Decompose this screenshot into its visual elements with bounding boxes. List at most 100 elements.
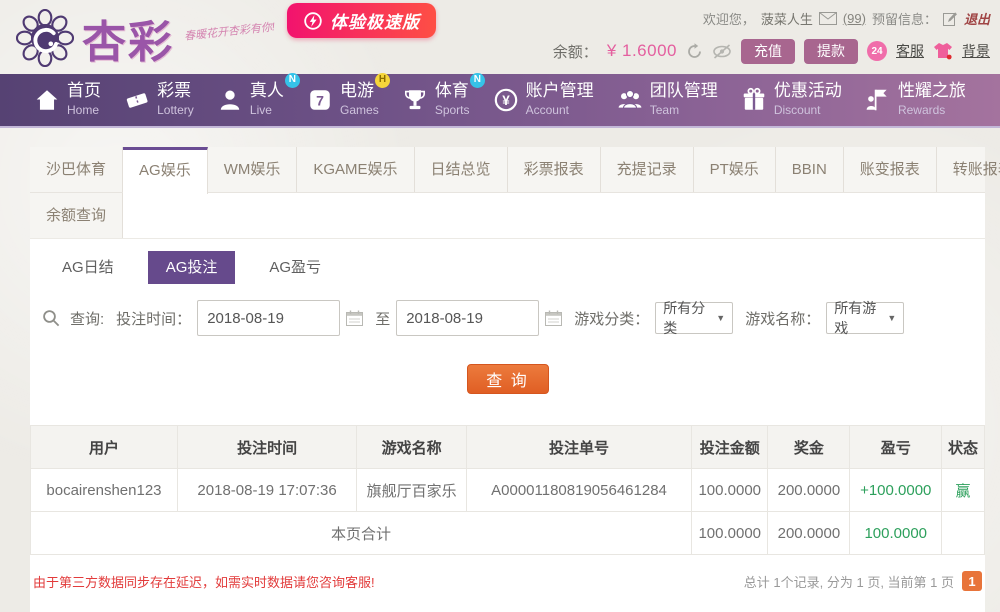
cell-user: bocairenshen123 xyxy=(30,468,178,512)
seven-tile-icon: 7 xyxy=(310,90,330,110)
reserved-info-label: 预留信息： xyxy=(871,11,937,27)
sync-delay-notice: 由于第三方数据同步存在延迟，如需实时数据请您咨询客服! xyxy=(33,574,375,590)
edit-icon[interactable] xyxy=(942,11,958,26)
customer-service-link[interactable]: 客服 xyxy=(896,41,924,61)
report-tab-active[interactable]: AG娱乐 xyxy=(123,147,208,194)
subtab-ag-bets[interactable]: AG投注 xyxy=(147,251,236,284)
calendar-icon[interactable] xyxy=(545,310,563,326)
chevron-down-icon: ▼ xyxy=(887,313,897,323)
report-tab[interactable]: BBIN xyxy=(776,147,844,192)
cell-status: 赢 xyxy=(941,468,985,512)
brand-logo[interactable]: 杏彩 春暖花开杏彩有你! xyxy=(16,6,276,70)
subtab-ag-daily[interactable]: AG日结 xyxy=(44,251,132,284)
total-prize: 200.0000 xyxy=(767,511,851,555)
nav-item-discount[interactable]: 优惠活动 Discount xyxy=(741,81,842,119)
welcome-text: 欢迎您， xyxy=(702,11,755,27)
total-profit: 100.0000 xyxy=(849,511,943,555)
cell-profit: +100.0000 xyxy=(849,468,943,512)
header: 杏彩 春暖花开杏彩有你! 体验极速版 欢迎您， 菠菜人生 (99) 预留信息： xyxy=(0,0,1000,74)
col-profit: 盈亏 xyxy=(849,425,943,469)
page-1-button[interactable]: 1 xyxy=(962,571,982,591)
calendar-icon[interactable] xyxy=(346,310,364,326)
report-tab[interactable]: 账变报表 xyxy=(844,147,937,192)
ag-subtabs: AG日结 AG投注 AG盈亏 xyxy=(44,251,985,284)
total-label: 本页合计 xyxy=(29,511,693,555)
brand-flower-icon xyxy=(16,9,74,67)
balance-label: 余额： xyxy=(552,43,598,61)
col-bet-time: 投注时间 xyxy=(176,425,358,469)
report-tab[interactable]: 日结总览 xyxy=(415,147,508,192)
nav-item-account[interactable]: ¥ 账户管理 Account xyxy=(493,81,594,119)
mail-icon[interactable] xyxy=(818,11,837,25)
nav-item-team[interactable]: 团队管理 Team xyxy=(617,81,718,119)
ticket-icon xyxy=(126,93,148,108)
username: 菠菜人生 xyxy=(760,11,813,27)
total-bet-amount: 100.0000 xyxy=(691,511,769,555)
report-tab[interactable]: 彩票报表 xyxy=(508,147,601,192)
date-to-input[interactable] xyxy=(396,300,540,336)
pagination: 总计 1个记录, 分为 1 页, 当前第 1 页 1 xyxy=(744,571,982,591)
table-total-row: 本页合计 100.0000 200.0000 100.0000 xyxy=(29,511,985,555)
svg-text:7: 7 xyxy=(316,93,324,109)
bets-table: 用户 投注时间 游戏名称 投注单号 投注金额 奖金 盈亏 状态 bocairen… xyxy=(29,425,985,555)
chevron-down-icon: ▼ xyxy=(716,313,726,323)
recharge-button[interactable]: 充值 xyxy=(741,38,795,64)
brand-name: 杏彩 xyxy=(82,18,174,67)
cell-prize: 200.0000 xyxy=(767,468,851,512)
select-value: 所有分类 xyxy=(663,300,706,336)
lightning-ball-icon xyxy=(304,11,322,30)
col-prize: 奖金 xyxy=(767,425,851,469)
game-category-select[interactable]: 所有分类 ▼ xyxy=(655,300,734,336)
col-user: 用户 xyxy=(30,425,178,469)
nav-item-rewards[interactable]: 性耀之旅 Rewards xyxy=(865,81,966,119)
game-name-select[interactable]: 所有游戏 ▼ xyxy=(826,300,905,336)
team-icon xyxy=(618,89,642,109)
speed-badge-label: 体验极速版 xyxy=(330,13,420,32)
col-status: 状态 xyxy=(941,425,985,469)
report-tab[interactable]: 转账报表 xyxy=(937,147,1000,192)
to-label: 至 xyxy=(375,310,391,328)
col-game-name: 游戏名称 xyxy=(356,425,467,469)
main-panel: 沙巴体育 AG娱乐 WM娱乐 KGAME娱乐 日结总览 彩票报表 充提记录 PT… xyxy=(29,147,1000,612)
report-tab[interactable]: 沙巴体育 xyxy=(30,147,124,192)
cell-bet-id: A00001180819056461284 xyxy=(465,468,693,512)
query-button[interactable]: 查 询 xyxy=(466,364,549,394)
report-tab[interactable]: WM娱乐 xyxy=(208,147,298,192)
report-tab[interactable]: PT娱乐 xyxy=(694,147,776,192)
filter-bar: 查询: 投注时间： 至 游戏分类： 所有分类 ▼ 游戏名称： 所有游戏 ▼ xyxy=(42,300,985,336)
trophy-icon xyxy=(404,90,425,110)
background-link[interactable]: 背景 xyxy=(962,41,990,61)
col-bet-amount: 投注金额 xyxy=(691,425,769,469)
nav-item-lottery[interactable]: 彩票 Lottery xyxy=(124,81,194,119)
search-icon xyxy=(43,310,60,327)
customer-service-24-icon[interactable]: 24 xyxy=(867,41,887,61)
shirt-icon[interactable] xyxy=(933,42,953,60)
flag-person-icon xyxy=(866,89,887,111)
game-name-label: 游戏名称： xyxy=(745,310,821,328)
nav-item-home[interactable]: 首页 Home xyxy=(34,81,101,119)
nav-item-sports[interactable]: 体育 N Sports xyxy=(402,72,485,119)
mail-count-link[interactable]: (99) xyxy=(843,11,866,26)
bet-time-label: 投注时间： xyxy=(116,310,192,328)
subtab-ag-profit[interactable]: AG盈亏 xyxy=(251,251,339,284)
date-from-input[interactable] xyxy=(197,300,341,336)
nav-item-live[interactable]: 真人 N Live xyxy=(217,72,300,119)
select-value: 所有游戏 xyxy=(834,300,877,336)
yuan-coin-icon: ¥ xyxy=(494,88,517,112)
report-tabs-row2: 余额查询 xyxy=(30,193,985,239)
logout-link[interactable]: 退出 xyxy=(964,9,990,28)
nav-item-games[interactable]: 7 电游 H Games xyxy=(307,72,391,119)
withdraw-button[interactable]: 提款 xyxy=(804,38,858,64)
speed-version-badge[interactable]: 体验极速版 xyxy=(287,3,436,38)
table-header-row: 用户 投注时间 游戏名称 投注单号 投注金额 奖金 盈亏 状态 xyxy=(30,425,985,469)
eye-off-icon[interactable] xyxy=(712,43,732,59)
report-tab[interactable]: 余额查询 xyxy=(30,193,124,238)
report-tab[interactable]: 充提记录 xyxy=(601,147,694,192)
col-bet-id: 投注单号 xyxy=(465,425,693,469)
search-label: 查询: xyxy=(70,310,105,328)
pagination-summary: 总计 1个记录, 分为 1 页, 当前第 1 页 xyxy=(743,574,954,590)
panel-footer: 由于第三方数据同步存在延迟，如需实时数据请您咨询客服! 总计 1个记录, 分为 … xyxy=(30,571,985,591)
report-tab[interactable]: KGAME娱乐 xyxy=(297,147,415,192)
refresh-icon[interactable] xyxy=(686,42,703,60)
cell-bet-time: 2018-08-19 17:07:36 xyxy=(176,468,358,512)
